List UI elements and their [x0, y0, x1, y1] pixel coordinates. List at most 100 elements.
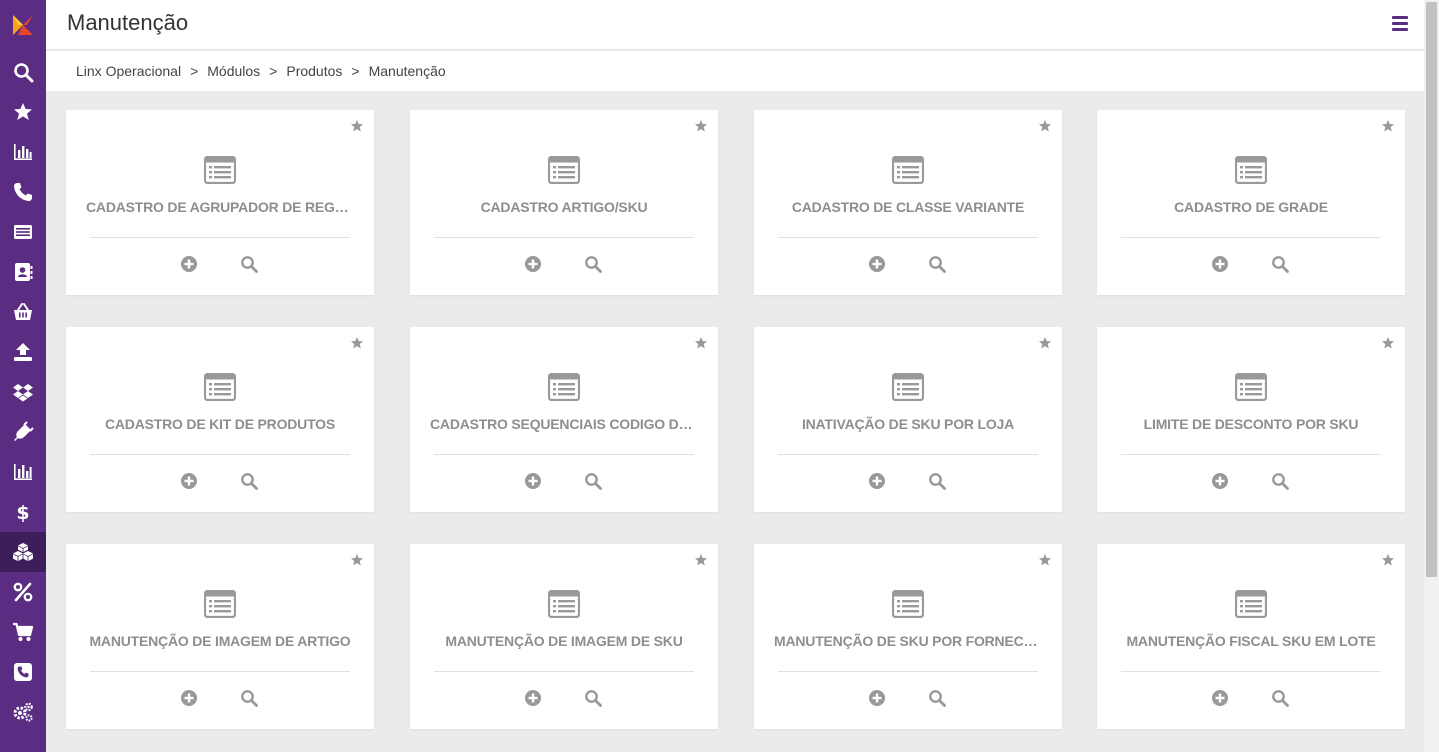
module-card-title[interactable]: MANUTENÇÃO FISCAL SKU EM LOTE — [1117, 633, 1385, 649]
add-circle-icon[interactable] — [1211, 689, 1229, 707]
card-divider — [90, 454, 350, 455]
add-circle-icon[interactable] — [868, 689, 886, 707]
sidebar-item-basket[interactable] — [0, 292, 46, 332]
search-icon[interactable] — [584, 472, 602, 490]
sidebar-item-report-chart[interactable] — [0, 452, 46, 492]
favorite-star-icon[interactable] — [694, 119, 708, 133]
sidebar-item-phone[interactable] — [0, 172, 46, 212]
module-card[interactable]: CADASTRO DE CLASSE VARIANTE — [754, 110, 1062, 295]
favorite-star-icon[interactable] — [350, 119, 364, 133]
dropbox-icon — [13, 384, 33, 402]
list-document-icon — [1235, 373, 1267, 401]
search-icon[interactable] — [240, 255, 258, 273]
sidebar-item-cart[interactable] — [0, 612, 46, 652]
module-card-title[interactable]: MANUTENÇÃO DE SKU POR FORNECEDOR — [774, 633, 1042, 649]
module-card[interactable]: MANUTENÇÃO DE IMAGEM DE SKU — [410, 544, 718, 729]
breadcrumb-item-linx-operacional[interactable]: Linx Operacional — [76, 63, 181, 79]
module-card[interactable]: CADASTRO ARTIGO/SKU — [410, 110, 718, 295]
search-icon[interactable] — [1271, 689, 1289, 707]
sidebar-item-search[interactable] — [0, 52, 46, 92]
list-document-icon — [892, 590, 924, 618]
favorite-star-icon[interactable] — [1038, 336, 1052, 350]
sidebar-item-bar-chart[interactable] — [0, 132, 46, 172]
breadcrumb-bar: Linx Operacional > Módulos > Produtos > … — [46, 51, 1424, 91]
module-card[interactable]: CADASTRO DE GRADE — [1097, 110, 1405, 295]
module-card[interactable]: MANUTENÇÃO DE IMAGEM DE ARTIGO — [66, 544, 374, 729]
sidebar-item-cogs[interactable] — [0, 692, 46, 732]
module-card[interactable]: LIMITE DE DESCONTO POR SKU — [1097, 327, 1405, 512]
search-icon[interactable] — [1271, 255, 1289, 273]
module-card-title[interactable]: MANUTENÇÃO DE IMAGEM DE ARTIGO — [86, 633, 354, 649]
favorite-star-icon[interactable] — [694, 336, 708, 350]
hamburger-menu-icon[interactable] — [1392, 16, 1408, 32]
add-circle-icon[interactable] — [180, 255, 198, 273]
search-icon[interactable] — [240, 689, 258, 707]
card-divider — [1121, 671, 1381, 672]
module-card-title[interactable]: CADASTRO SEQUENCIAIS CODIGO DE BARRA — [430, 416, 698, 432]
search-icon[interactable] — [928, 255, 946, 273]
sidebar-item-list[interactable] — [0, 212, 46, 252]
linx-logo-icon — [13, 15, 33, 35]
module-card-title[interactable]: INATIVAÇÃO DE SKU POR LOJA — [774, 416, 1042, 432]
vertical-scrollbar[interactable] — [1424, 0, 1439, 752]
breadcrumb: Linx Operacional > Módulos > Produtos > … — [76, 63, 446, 79]
scrollbar-thumb[interactable] — [1426, 2, 1437, 577]
module-card[interactable]: CADASTRO DE KIT DE PRODUTOS — [66, 327, 374, 512]
add-circle-icon[interactable] — [868, 472, 886, 490]
sidebar-item-cubes[interactable] — [0, 532, 46, 572]
sidebar-item-phone-square[interactable] — [0, 652, 46, 692]
add-circle-icon[interactable] — [524, 472, 542, 490]
search-icon[interactable] — [1271, 472, 1289, 490]
module-card-title[interactable]: CADASTRO DE CLASSE VARIANTE — [774, 199, 1042, 215]
search-icon[interactable] — [584, 255, 602, 273]
module-card[interactable]: CADASTRO SEQUENCIAIS CODIGO DE BARRA — [410, 327, 718, 512]
sidebar-item-percent[interactable] — [0, 572, 46, 612]
favorite-star-icon[interactable] — [350, 553, 364, 567]
module-card[interactable]: CADASTRO DE AGRUPADOR DE REGRAS DE ... — [66, 110, 374, 295]
favorite-star-icon[interactable] — [1381, 119, 1395, 133]
sidebar-item-plug[interactable] — [0, 412, 46, 452]
add-circle-icon[interactable] — [1211, 472, 1229, 490]
sidebar-item-dropbox[interactable] — [0, 372, 46, 412]
breadcrumb-separator: > — [190, 63, 199, 79]
search-icon[interactable] — [240, 472, 258, 490]
add-circle-icon[interactable] — [524, 689, 542, 707]
cart-icon — [13, 622, 34, 641]
search-icon[interactable] — [928, 689, 946, 707]
module-card[interactable]: MANUTENÇÃO FISCAL SKU EM LOTE — [1097, 544, 1405, 729]
sidebar-item-upload[interactable] — [0, 332, 46, 372]
search-icon[interactable] — [928, 472, 946, 490]
percent-icon — [13, 582, 33, 602]
favorite-star-icon[interactable] — [1381, 553, 1395, 567]
add-circle-icon[interactable] — [180, 689, 198, 707]
dollar-icon: $ — [16, 502, 29, 523]
breadcrumb-item-modulos[interactable]: Módulos — [207, 63, 260, 79]
add-circle-icon[interactable] — [1211, 255, 1229, 273]
sidebar-item-star[interactable] — [0, 92, 46, 132]
search-icon[interactable] — [584, 689, 602, 707]
module-card-title[interactable]: CADASTRO DE AGRUPADOR DE REGRAS DE ... — [86, 199, 354, 215]
module-card-title[interactable]: LIMITE DE DESCONTO POR SKU — [1117, 416, 1385, 432]
breadcrumb-item-produtos[interactable]: Produtos — [286, 63, 342, 79]
list-document-icon — [1235, 156, 1267, 184]
sidebar-item-dollar[interactable]: $ — [0, 492, 46, 532]
module-card[interactable]: INATIVAÇÃO DE SKU POR LOJA — [754, 327, 1062, 512]
module-card-title[interactable]: MANUTENÇÃO DE IMAGEM DE SKU — [430, 633, 698, 649]
list-document-icon — [892, 373, 924, 401]
module-card-title[interactable]: CADASTRO ARTIGO/SKU — [430, 199, 698, 215]
favorite-star-icon[interactable] — [350, 336, 364, 350]
add-circle-icon[interactable] — [180, 472, 198, 490]
linx-logo[interactable] — [0, 0, 46, 50]
favorite-star-icon[interactable] — [1038, 553, 1052, 567]
card-divider — [778, 454, 1038, 455]
module-card-title[interactable]: CADASTRO DE GRADE — [1117, 199, 1385, 215]
favorite-star-icon[interactable] — [694, 553, 708, 567]
sidebar-item-contacts[interactable] — [0, 252, 46, 292]
module-card[interactable]: MANUTENÇÃO DE SKU POR FORNECEDOR — [754, 544, 1062, 729]
favorite-star-icon[interactable] — [1381, 336, 1395, 350]
card-divider — [90, 671, 350, 672]
add-circle-icon[interactable] — [868, 255, 886, 273]
add-circle-icon[interactable] — [524, 255, 542, 273]
module-card-title[interactable]: CADASTRO DE KIT DE PRODUTOS — [86, 416, 354, 432]
favorite-star-icon[interactable] — [1038, 119, 1052, 133]
